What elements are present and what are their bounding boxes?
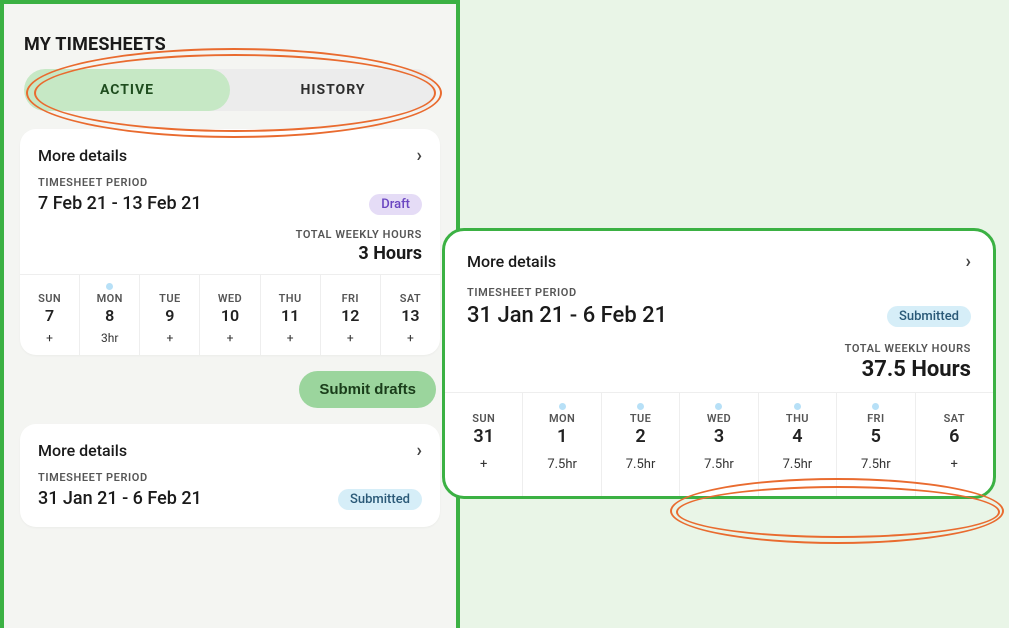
timesheet-card-draft: More details › TIMESHEET PERIOD 7 Feb 21… [20, 129, 440, 355]
timesheet-card-submitted: More details › TIMESHEET PERIOD 31 Jan 2… [20, 424, 440, 527]
day-name: FRI [321, 292, 380, 305]
day-number: 11 [261, 306, 320, 325]
day-value: + [200, 331, 259, 345]
submit-drafts-button[interactable]: Submit drafts [299, 371, 436, 408]
day-cell[interactable]: THU4 7.5hr [759, 393, 837, 496]
page-title: MY TIMESHEETS [24, 34, 440, 55]
timesheets-panel: MY TIMESHEETS ACTIVE HISTORY More detail… [0, 0, 460, 628]
day-number: 1 [523, 426, 600, 447]
day-cell[interactable]: FRI12 + [321, 275, 381, 355]
day-dot-icon [637, 403, 644, 410]
period-range: 7 Feb 21 - 13 Feb 21 [38, 193, 202, 214]
day-value: + [916, 457, 993, 472]
day-name: WED [200, 292, 259, 305]
day-name: MON [523, 412, 600, 425]
period-range: 31 Jan 21 - 6 Feb 21 [467, 303, 667, 328]
day-name: MON [80, 292, 139, 305]
day-value: 7.5hr [602, 457, 679, 472]
chevron-right-icon: › [417, 145, 422, 166]
total-label: TOTAL WEEKLY HOURS [38, 228, 422, 241]
day-value: + [445, 457, 522, 472]
chevron-right-icon: › [966, 251, 971, 272]
day-number: 3 [680, 426, 757, 447]
timesheet-popup: More details › TIMESHEET PERIOD 31 Jan 2… [442, 228, 996, 499]
more-details-row[interactable]: More details › [38, 143, 422, 176]
day-name: TUE [140, 292, 199, 305]
day-value: 3hr [80, 331, 139, 345]
more-details-row[interactable]: More details › [467, 249, 971, 286]
day-cell[interactable]: MON1 7.5hr [523, 393, 601, 496]
day-number: 2 [602, 426, 679, 447]
day-cell[interactable]: SUN31 + [445, 393, 523, 496]
day-value: 7.5hr [523, 457, 600, 472]
tab-history[interactable]: HISTORY [230, 69, 436, 111]
day-dot-icon [559, 403, 566, 410]
day-cell[interactable]: WED10 + [200, 275, 260, 355]
day-dot-icon [106, 283, 113, 290]
period-label: TIMESHEET PERIOD [38, 471, 422, 484]
day-number: 13 [381, 306, 440, 325]
total-value: 37.5 Hours [467, 357, 971, 382]
day-name: THU [261, 292, 320, 305]
day-number: 7 [20, 306, 79, 325]
total-label: TOTAL WEEKLY HOURS [467, 342, 971, 355]
tab-active[interactable]: ACTIVE [24, 69, 230, 111]
period-label: TIMESHEET PERIOD [38, 176, 422, 189]
day-number: 31 [445, 426, 522, 447]
day-value: 7.5hr [680, 457, 757, 472]
day-name: TUE [602, 412, 679, 425]
period-label: TIMESHEET PERIOD [467, 286, 971, 299]
day-cell[interactable]: TUE9 + [140, 275, 200, 355]
day-value: 7.5hr [837, 457, 914, 472]
day-number: 4 [759, 426, 836, 447]
day-cell[interactable]: SAT13 + [381, 275, 440, 355]
more-details-label: More details [38, 146, 127, 165]
more-details-label: More details [467, 252, 556, 271]
day-cell[interactable]: SUN7 + [20, 275, 80, 355]
day-number: 10 [200, 306, 259, 325]
day-number: 6 [916, 426, 993, 447]
day-value: + [20, 331, 79, 345]
status-badge-submitted: Submitted [338, 489, 422, 510]
submit-row: Submit drafts [20, 371, 436, 408]
day-cell[interactable]: SAT6 + [916, 393, 993, 496]
day-dot-icon [715, 403, 722, 410]
day-name: SUN [20, 292, 79, 305]
day-cell[interactable]: THU11 + [261, 275, 321, 355]
day-strip: SUN31+MON17.5hrTUE27.5hrWED37.5hrTHU47.5… [445, 392, 993, 496]
day-value: 7.5hr [759, 457, 836, 472]
status-badge-draft: Draft [369, 194, 422, 215]
day-name: SAT [916, 412, 993, 425]
day-cell[interactable]: MON8 3hr [80, 275, 140, 355]
day-name: THU [759, 412, 836, 425]
day-number: 9 [140, 306, 199, 325]
more-details-label: More details [38, 441, 127, 460]
day-name: SAT [381, 292, 440, 305]
more-details-row[interactable]: More details › [38, 438, 422, 471]
day-name: WED [680, 412, 757, 425]
status-badge-submitted: Submitted [887, 306, 971, 327]
day-cell[interactable]: TUE2 7.5hr [602, 393, 680, 496]
day-name: FRI [837, 412, 914, 425]
day-number: 12 [321, 306, 380, 325]
day-cell[interactable]: WED3 7.5hr [680, 393, 758, 496]
day-dot-icon [794, 403, 801, 410]
total-value: 3 Hours [38, 243, 422, 264]
day-value: + [381, 331, 440, 345]
day-strip: SUN7+MON83hrTUE9+WED10+THU11+FRI12+SAT13… [20, 274, 440, 355]
day-value: + [321, 331, 380, 345]
day-number: 8 [80, 306, 139, 325]
day-name: SUN [445, 412, 522, 425]
day-number: 5 [837, 426, 914, 447]
tabs: ACTIVE HISTORY [24, 69, 436, 111]
period-range: 31 Jan 21 - 6 Feb 21 [38, 488, 202, 509]
day-cell[interactable]: FRI5 7.5hr [837, 393, 915, 496]
day-value: + [140, 331, 199, 345]
day-dot-icon [872, 403, 879, 410]
day-value: + [261, 331, 320, 345]
chevron-right-icon: › [417, 440, 422, 461]
